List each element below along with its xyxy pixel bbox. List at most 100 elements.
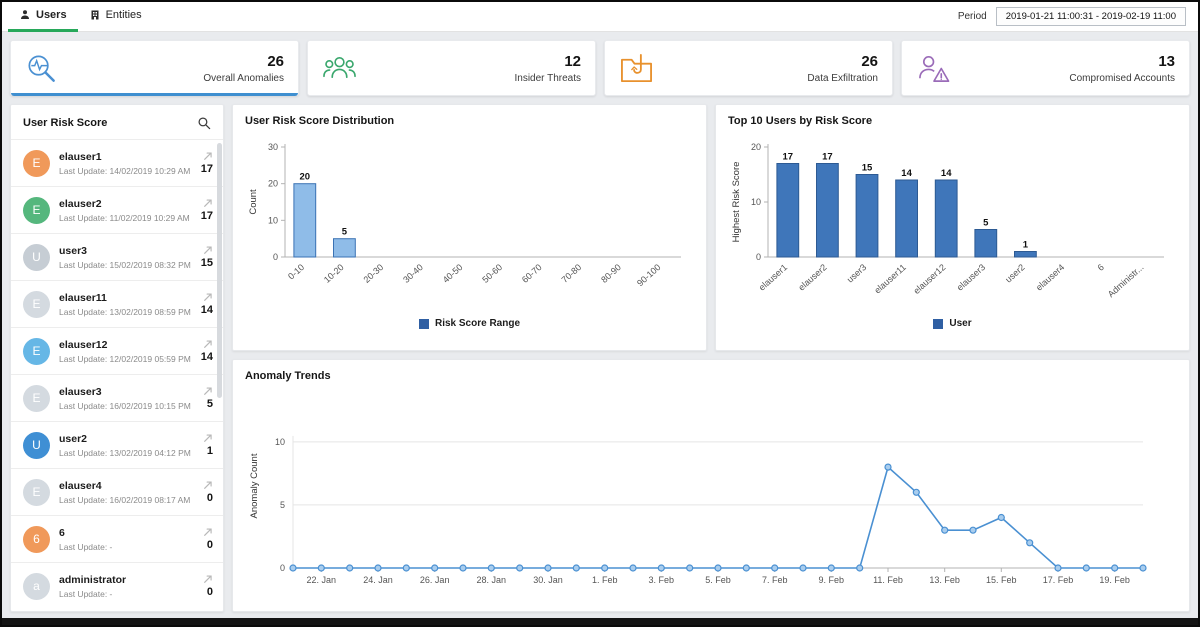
risk-distribution-panel: User Risk Score Distribution 0 10 20 30 20 0-… — [232, 104, 707, 351]
list-item-user[interactable]: 6 6 Last Update: - 0 — [11, 515, 223, 562]
top-users-title: Top 10 Users by Risk Score — [728, 115, 873, 127]
building-icon — [91, 10, 99, 20]
card-data-exfiltration[interactable]: 26 Data Exfiltration — [604, 40, 893, 96]
search-icon[interactable] — [197, 116, 211, 130]
trend-arrow-icon — [204, 246, 212, 254]
svg-text:17. Feb: 17. Feb — [1043, 575, 1074, 585]
svg-text:14: 14 — [901, 168, 912, 179]
user-last-update: Last Update: 13/02/2019 04:12 PM — [59, 447, 191, 458]
user-name: elauser3 — [59, 385, 102, 398]
svg-text:17: 17 — [822, 152, 833, 163]
svg-text:Highest Risk Score: Highest Risk Score — [731, 162, 742, 243]
svg-text:14: 14 — [941, 168, 952, 179]
user-name: elauser11 — [59, 291, 107, 304]
user-risk-score: 14 — [200, 351, 213, 363]
svg-text:Administr...: Administr... — [1106, 262, 1146, 299]
svg-text:elauser4: elauser4 — [1034, 262, 1066, 293]
svg-text:15. Feb: 15. Feb — [986, 575, 1017, 585]
svg-text:7. Feb: 7. Feb — [762, 575, 788, 585]
data-exfiltration-label: Data Exfiltration — [807, 72, 878, 84]
legend-label: User — [949, 318, 972, 329]
avatar: 6 — [23, 525, 50, 553]
svg-text:30: 30 — [268, 142, 278, 152]
trend-arrow-icon — [204, 528, 212, 536]
tab-users-label: Users — [36, 9, 67, 21]
user-risk-score: 0 — [206, 539, 213, 551]
top-users-legend: User — [728, 318, 1177, 329]
charts-area: User Risk Score Distribution 0 10 20 30 20 0-… — [232, 104, 1190, 612]
svg-text:11. Feb: 11. Feb — [873, 575, 903, 585]
trend-arrow-icon — [204, 293, 212, 301]
card-insider-threats[interactable]: 12 Insider Threats — [307, 40, 596, 96]
avatar: U — [23, 243, 50, 271]
svg-text:5: 5 — [342, 227, 348, 238]
top-users-panel: Top 10 Users by Risk Score 0 10 20 17 elause… — [715, 104, 1190, 351]
user-icon — [21, 10, 29, 19]
svg-text:80-90: 80-90 — [599, 262, 623, 285]
svg-text:0-10: 0-10 — [286, 262, 306, 281]
anomaly-trends-chart[interactable]: 0 5 10 22. Jan 24. Jan 26. Jan 28. Jan 30. Jan 1… — [245, 384, 1173, 594]
user-risk-score: 14 — [200, 304, 213, 316]
svg-text:elauser3: elauser3 — [955, 262, 987, 293]
svg-text:10: 10 — [268, 215, 278, 225]
avatar: U — [23, 431, 50, 459]
list-item-user[interactable]: a administrator Last Update: - 0 — [11, 562, 223, 609]
top-users-chart[interactable]: 0102017elauser117elauser215user314elause… — [728, 129, 1174, 317]
svg-text:user2: user2 — [1003, 262, 1026, 284]
tab-users[interactable]: Users — [8, 2, 78, 32]
list-item-user[interactable]: U user2 Last Update: 13/02/2019 04:12 PM… — [11, 421, 223, 468]
risk-distribution-legend: Risk Score Range — [245, 318, 694, 329]
user-risk-score: 5 — [206, 398, 213, 410]
user-last-update: Last Update: 16/02/2019 08:17 AM — [59, 494, 191, 505]
risk-distribution-title: User Risk Score Distribution — [245, 115, 395, 127]
svg-text:22. Jan: 22. Jan — [307, 575, 337, 585]
svg-text:Anomaly Count: Anomaly Count — [249, 453, 260, 518]
user-name: 6 — [59, 526, 65, 539]
trend-arrow-icon — [204, 387, 212, 395]
avatar: E — [23, 478, 50, 506]
anomaly-trends-title: Anomaly Trends — [245, 370, 331, 382]
risk-distribution-chart[interactable]: 0 10 20 30 20 0-10 5 10-20 20-30 30-40 40-50 50-60 6… — [245, 129, 691, 317]
svg-text:90-100: 90-100 — [635, 262, 663, 288]
data-exfiltration-value: 26 — [861, 52, 878, 70]
svg-text:24. Jan: 24. Jan — [363, 575, 393, 585]
svg-text:6: 6 — [1096, 262, 1106, 273]
sidebar-header: User Risk Score — [11, 105, 223, 139]
user-risk-score-panel: User Risk Score E elauser1 Last Update: … — [10, 104, 224, 612]
overall-anomalies-label: Overall Anomalies — [203, 72, 284, 84]
insider-threats-value: 12 — [564, 52, 581, 70]
user-last-update: Last Update: - — [59, 588, 113, 599]
list-item-user[interactable]: E elauser2 Last Update: 11/02/2019 10:29… — [11, 186, 223, 233]
svg-text:20: 20 — [751, 142, 761, 152]
svg-text:0: 0 — [756, 252, 761, 262]
svg-text:13. Feb: 13. Feb — [929, 575, 960, 585]
period-range-picker[interactable]: 2019-01-21 11:00:31 - 2019-02-19 11:00 — [995, 7, 1186, 26]
user-last-update: Last Update: - — [59, 541, 113, 552]
svg-text:0: 0 — [273, 252, 278, 262]
user-risk-score: 0 — [206, 586, 213, 598]
svg-text:15: 15 — [862, 163, 873, 174]
svg-text:26. Jan: 26. Jan — [420, 575, 450, 585]
trend-arrow-icon — [204, 481, 212, 489]
list-item-user[interactable]: U user3 Last Update: 15/02/2019 08:32 PM… — [11, 233, 223, 280]
card-overall-anomalies[interactable]: 26 Overall Anomalies — [10, 40, 299, 96]
scrollbar-thumb[interactable] — [217, 143, 222, 398]
period-control: Period 2019-01-21 11:00:31 - 2019-02-19 … — [958, 7, 1186, 26]
data-exfiltration-folder-icon — [619, 52, 657, 85]
user-name: administrator — [59, 573, 127, 586]
svg-text:1. Feb: 1. Feb — [592, 575, 618, 585]
list-item-user[interactable]: E elauser12 Last Update: 12/02/2019 05:5… — [11, 327, 223, 374]
svg-text:10: 10 — [751, 197, 761, 207]
card-compromised-accounts[interactable]: 13 Compromised Accounts — [901, 40, 1190, 96]
tab-entities-label: Entities — [105, 9, 142, 21]
period-label: Period — [957, 11, 987, 22]
sidebar-title: User Risk Score — [23, 117, 108, 129]
list-item-user[interactable]: E elauser11 Last Update: 13/02/2019 08:5… — [11, 280, 223, 327]
tab-entities[interactable]: Entities — [78, 2, 153, 32]
svg-text:elauser12: elauser12 — [911, 262, 947, 296]
list-item-user[interactable]: E elauser3 Last Update: 16/02/2019 10:15… — [11, 374, 223, 421]
list-item-user[interactable]: E elauser4 Last Update: 16/02/2019 08:17… — [11, 468, 223, 515]
list-item-user[interactable]: E elauser1 Last Update: 14/02/2019 10:29… — [11, 139, 223, 186]
user-name: elauser2 — [59, 197, 102, 210]
svg-text:30-40: 30-40 — [401, 262, 425, 285]
